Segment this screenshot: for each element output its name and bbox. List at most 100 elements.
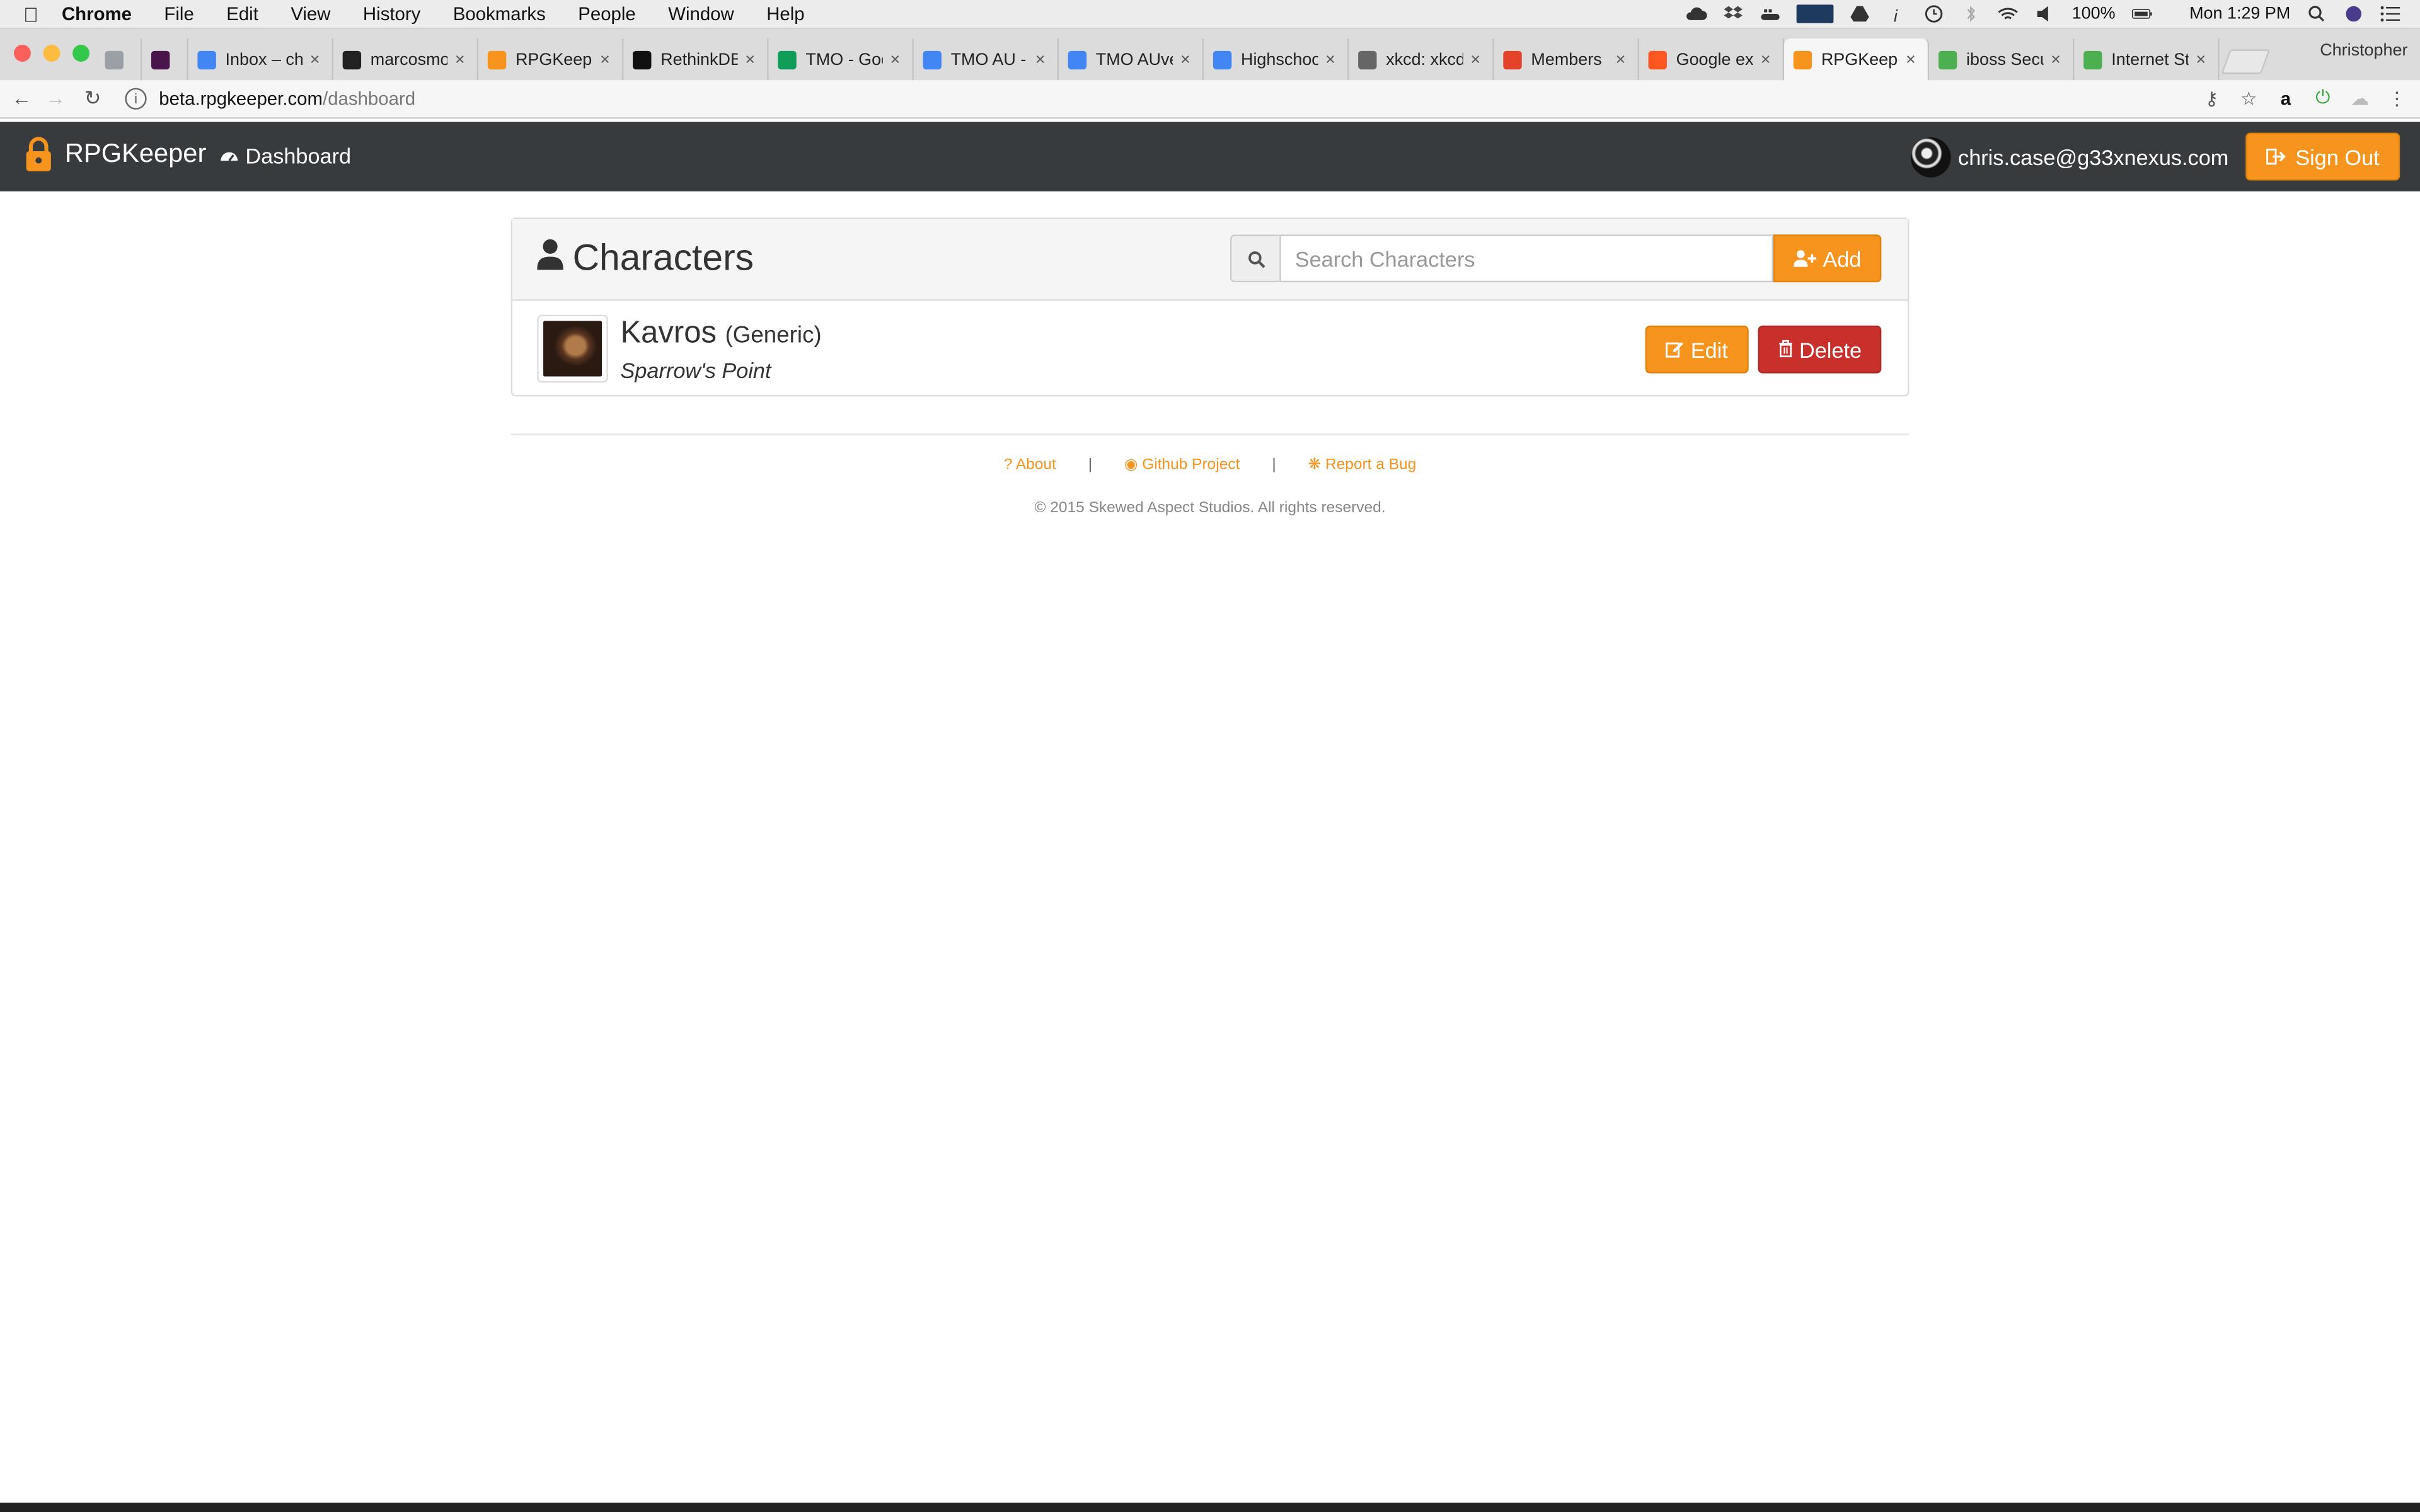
tab-close-icon[interactable]: × [742, 50, 758, 69]
cloud-icon[interactable] [1686, 4, 1708, 23]
browser-tab[interactable]: TMO - Goo × [769, 38, 914, 81]
wifi-icon[interactable] [1998, 4, 2019, 23]
footer-bug-link[interactable]: ❋ Report a Bug [1308, 457, 1417, 474]
tab-close-icon[interactable]: × [1468, 50, 1483, 69]
browser-tab[interactable]: RethinkDB × [623, 38, 769, 81]
browser-tab[interactable]: iboss Secu × [1929, 38, 2075, 81]
character-row[interactable]: Kavros (Generic) Sparrow's Point Edit De… [512, 301, 1908, 397]
tab-favicon-icon [197, 50, 216, 69]
tab-close-icon[interactable]: × [1903, 50, 1918, 69]
browser-tab[interactable] [96, 38, 142, 81]
browser-tab[interactable] [142, 38, 188, 81]
tab-favicon-icon [1068, 50, 1087, 69]
docker-icon[interactable] [1760, 4, 1782, 23]
browser-tab[interactable]: TMO AUve × [1059, 38, 1204, 81]
tab-close-icon[interactable]: × [1758, 50, 1773, 69]
time-machine-icon[interactable] [1924, 4, 1945, 23]
amazon-extension-icon[interactable]: a [2275, 87, 2296, 108]
menu-bookmarks[interactable]: Bookmarks [453, 3, 546, 25]
menu-view[interactable]: View [291, 3, 330, 25]
siri-icon[interactable] [2343, 4, 2365, 23]
menu-help[interactable]: Help [766, 3, 804, 25]
address-bar[interactable]: i beta.rpgkeeper.com/dashboard [117, 83, 2262, 114]
volume-icon[interactable] [2035, 4, 2056, 23]
browser-tab[interactable]: Internet St × [2074, 38, 2220, 81]
new-tab-button[interactable] [2221, 49, 2271, 74]
tab-close-icon[interactable]: × [307, 50, 322, 69]
chrome-menu-icon[interactable]: ⋮ [2386, 87, 2407, 108]
browser-tab[interactable]: marcosmo × [333, 38, 479, 81]
tab-close-icon[interactable]: × [597, 50, 613, 69]
toolbar-actions: ⚷ ☆ a ⏻ ☁ ⋮ [2201, 86, 2407, 110]
menu-app-chrome[interactable]: Chrome [62, 3, 132, 25]
browser-tab[interactable]: xkcd: xkcd × [1349, 38, 1494, 81]
window-bottom-edge [0, 1503, 2420, 1512]
brand-name: RPGKeeper [64, 139, 207, 168]
menu-clock[interactable]: Mon 1:29 PM [2189, 4, 2290, 23]
browser-tab[interactable]: RPGKeeper × [478, 38, 624, 81]
zoom-window-button[interactable] [72, 45, 90, 62]
character-campaign: Sparrow's Point [620, 358, 771, 383]
battery-icon[interactable] [2131, 4, 2162, 23]
tab-close-icon[interactable]: × [452, 50, 468, 69]
brand-link[interactable]: RPGKeeper [25, 136, 206, 173]
power-extension-icon[interactable]: ⏻ [2312, 86, 2334, 110]
reload-icon[interactable]: ↻ [80, 86, 105, 111]
profile-name[interactable]: Christopher [2320, 42, 2407, 60]
tab-close-icon[interactable]: × [1613, 50, 1628, 69]
back-icon[interactable]: ← [9, 86, 34, 111]
forward-icon[interactable]: → [43, 86, 68, 111]
apple-icon[interactable]:  [0, 3, 62, 26]
browser-tab[interactable]: Highschoo × [1204, 38, 1349, 81]
activity-monitor-icon[interactable] [1797, 4, 1835, 23]
menu-history[interactable]: History [363, 3, 420, 25]
close-window-button[interactable] [14, 45, 31, 62]
edit-character-button[interactable]: Edit [1645, 325, 1749, 374]
character-name[interactable]: Kavros (Generic) [620, 316, 821, 352]
add-character-button[interactable]: Add [1773, 234, 1882, 283]
user-menu[interactable]: chris.case@g33xnexus.com [1910, 137, 2228, 178]
tab-close-icon[interactable]: × [1032, 50, 1047, 69]
tab-favicon-icon [1938, 50, 1957, 69]
spotlight-search-icon[interactable] [2306, 4, 2327, 23]
tab-favicon-icon [105, 50, 124, 69]
drive-icon[interactable] [1850, 4, 1871, 23]
menu-window[interactable]: Window [668, 3, 734, 25]
tab-close-icon[interactable]: × [1178, 50, 1193, 69]
character-search-input[interactable] [1279, 234, 1773, 283]
footer-github-link[interactable]: ◉ Github Project [1124, 457, 1240, 474]
tab-title: RethinkDB [660, 50, 738, 69]
characters-panel-header: Characters Add [512, 219, 1908, 301]
browser-tab[interactable]: Google exp× [1639, 38, 1785, 81]
site-info-icon[interactable]: i [125, 88, 147, 110]
menu-file[interactable]: File [164, 3, 193, 25]
tab-close-icon[interactable]: × [2048, 50, 2063, 69]
menu-edit[interactable]: Edit [226, 3, 258, 25]
cloud-extension-icon[interactable]: ☁ [2349, 87, 2370, 108]
footer-about-link[interactable]: ? About [1004, 457, 1056, 474]
browser-tab[interactable]: RPGKeeper × [1784, 38, 1930, 81]
menu-people[interactable]: People [578, 3, 636, 25]
dropbox-icon[interactable] [1723, 4, 1744, 23]
bookmark-star-icon[interactable]: ☆ [2238, 87, 2259, 108]
delete-character-button[interactable]: Delete [1758, 325, 1882, 374]
edit-label: Edit [1690, 337, 1728, 362]
browser-tab[interactable]: Inbox – chr × [188, 38, 333, 81]
tab-close-icon[interactable]: × [2193, 50, 2208, 69]
browser-tab[interactable]: TMO AU - × [914, 38, 1059, 81]
tab-favicon-icon [1358, 50, 1377, 69]
sign-out-button[interactable]: Sign Out [2245, 132, 2400, 181]
tab-favicon-icon [1503, 50, 1522, 69]
svg-text:i: i [1894, 6, 1899, 23]
character-portrait-image [543, 321, 602, 377]
key-icon[interactable]: ⚷ [2201, 87, 2222, 108]
info-icon[interactable]: i [1887, 4, 1908, 23]
minimize-window-button[interactable] [43, 45, 60, 62]
nav-dashboard-link[interactable]: Dashboard [219, 144, 351, 168]
bluetooth-icon[interactable] [1961, 4, 1982, 23]
url-path: /dashboard [323, 88, 416, 110]
tab-close-icon[interactable]: × [887, 50, 902, 69]
browser-tab[interactable]: Members × [1494, 38, 1639, 81]
notification-center-icon[interactable] [2380, 4, 2401, 23]
tab-close-icon[interactable]: × [1323, 50, 1338, 69]
